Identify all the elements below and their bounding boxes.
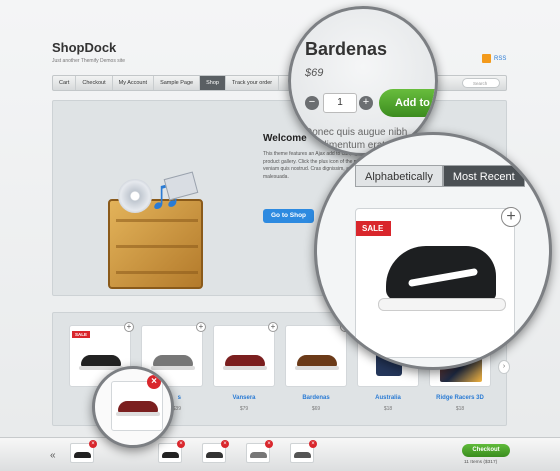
product-title: Bardenas [305,39,388,59]
product-price: $69 [305,67,324,79]
sale-badge: SALE [356,221,392,236]
cd-icon [118,179,152,213]
crate-illustration: ♫ [108,169,208,289]
hero-title: Welcome [263,133,307,144]
product-name[interactable]: Ridge Racers 3D [429,395,491,401]
quantity-minus-button[interactable]: − [305,96,319,110]
cart-prev-arrow[interactable]: « [50,450,56,461]
product-price: $18 [455,406,465,412]
cart-item[interactable]: × [202,440,229,463]
shoe-image [116,400,160,416]
product-card-large[interactable]: SALE [355,208,515,358]
product-card[interactable]: + [285,322,350,387]
nav-item-my-account[interactable]: My Account [113,76,155,90]
product-price: $79 [239,406,249,412]
magnifier-sort-tabs: Alphabetically Most Recent SALE + [314,132,552,370]
remove-icon[interactable]: × [147,375,161,389]
cart-item[interactable]: × [246,440,273,463]
go-to-shop-button[interactable]: Go to Shop [263,209,315,223]
cart-item-count: 11 Items ($317) [464,460,498,465]
magnifier-cart-item: × [92,366,174,448]
quantity-plus-button[interactable]: + [359,96,373,110]
search-input[interactable]: Search [462,78,500,88]
nav-item-shop[interactable]: Shop [200,76,226,90]
rss-link[interactable]: RSS [482,54,506,63]
shoe-image [295,354,339,370]
shopdock-demo-page: ShopDock Just another Themify Demos site… [0,0,560,471]
product-price: $18 [383,406,393,412]
product-name[interactable]: Australia [357,395,419,401]
remove-icon[interactable]: × [309,440,317,448]
checkout-button[interactable]: Checkout [462,444,510,457]
product-card[interactable]: + [213,322,278,387]
site-tagline: Just another Themify Demos site [52,58,125,64]
plus-icon[interactable]: + [501,207,521,227]
rss-icon [482,54,491,63]
plus-icon[interactable]: + [196,322,206,332]
remove-icon[interactable]: × [177,440,185,448]
cart-item[interactable]: × [158,440,185,463]
remove-icon[interactable]: × [265,440,273,448]
sale-badge: SALE [72,331,91,338]
plus-icon[interactable]: + [124,322,134,332]
tab-alphabetically[interactable]: Alphabetically [355,165,443,187]
carousel-next-arrow[interactable]: › [498,360,510,374]
product-price: $69 [311,406,321,412]
shoe-image [151,354,195,370]
shoe-image [79,354,123,370]
nav-item-sample-page[interactable]: Sample Page [154,76,201,90]
rss-label: RSS [494,55,507,62]
cart-bar: « × × × × × Checkout 11 Items ($317) [0,437,560,471]
sort-tabs: Alphabetically Most Recent [355,165,525,187]
cart-item[interactable]: × [70,440,97,463]
cart-item[interactable]: × [290,440,317,463]
quantity-field[interactable]: 1 [323,93,357,113]
remove-icon[interactable]: × [221,440,229,448]
nav-item-track-order[interactable]: Track your order [226,76,280,90]
product-name[interactable]: Bardenas [285,395,347,401]
remove-icon[interactable]: × [89,440,97,448]
site-logo[interactable]: ShopDock [52,40,116,55]
nav-item-cart[interactable]: Cart [53,76,77,90]
shoe-image [378,244,506,314]
main-nav: Cart Checkout My Account Sample Page Sho… [52,75,507,91]
plus-icon[interactable]: + [268,322,278,332]
shoe-image [223,354,267,370]
tab-most-recent[interactable]: Most Recent [442,165,525,187]
nav-item-checkout[interactable]: Checkout [76,76,113,90]
add-to-cart-button[interactable]: Add to [379,89,435,117]
product-name[interactable]: Vansera [213,395,275,401]
